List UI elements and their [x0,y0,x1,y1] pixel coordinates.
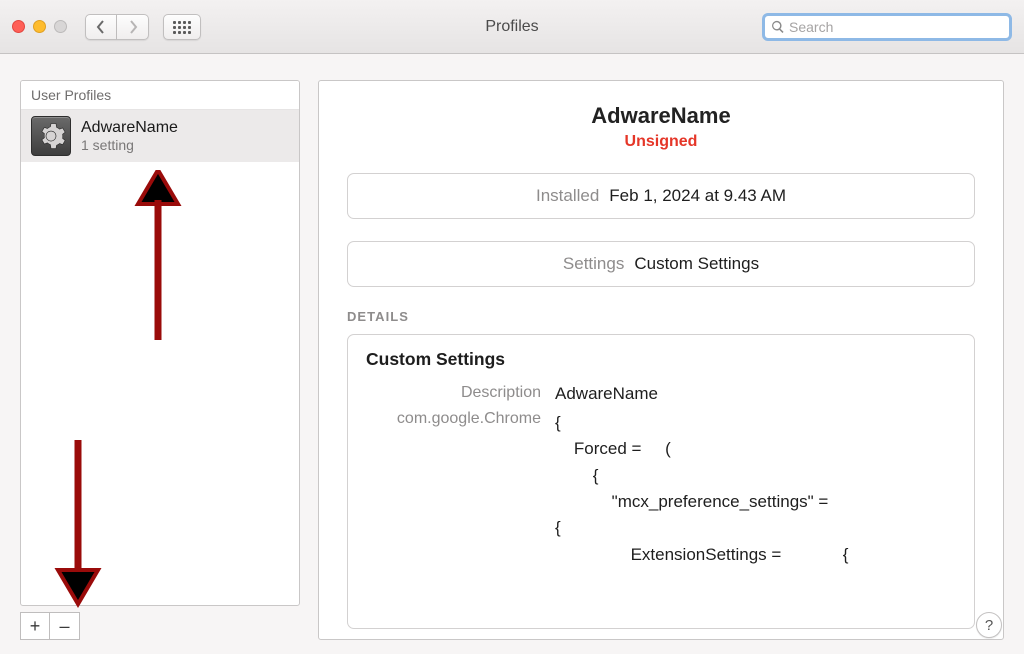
profile-text: AdwareName 1 setting [81,118,178,154]
description-label: Description [366,384,541,404]
window-controls [12,20,67,33]
content-area: User Profiles AdwareName 1 setting + – [0,54,1024,654]
window-toolbar: Profiles [0,0,1024,54]
installed-value: Feb 1, 2024 at 9.43 AM [609,186,786,206]
settings-label: Settings [563,254,624,274]
installed-row: Installed Feb 1, 2024 at 9.43 AM [347,173,975,219]
details-box: Custom Settings Description AdwareName c… [347,334,975,629]
minimize-window-button[interactable] [33,20,46,33]
search-icon [771,20,785,34]
add-profile-button[interactable]: + [20,612,50,640]
profile-icon [31,116,71,156]
domain-label: com.google.Chrome [366,410,541,568]
chevron-left-icon [96,20,106,34]
settings-row: Settings Custom Settings [347,241,975,287]
sidebar: User Profiles AdwareName 1 setting + – [20,80,300,640]
detail-title: AdwareName [347,103,975,129]
profile-subtitle: 1 setting [81,137,178,154]
gear-icon [36,121,66,151]
settings-value: Custom Settings [634,254,759,274]
add-remove-controls: + – [20,612,300,640]
close-window-button[interactable] [12,20,25,33]
settings-code: { Forced = ( { "mcx_preference_settings"… [555,410,956,568]
search-input[interactable] [785,19,1003,35]
profile-row-adwarename[interactable]: AdwareName 1 setting [21,110,299,162]
installed-label: Installed [536,186,599,206]
forward-button[interactable] [117,14,149,40]
remove-profile-button[interactable]: – [50,612,80,640]
profile-detail-panel: AdwareName Unsigned Installed Feb 1, 202… [318,80,1004,640]
detail-status: Unsigned [347,133,975,151]
details-section-label: DETAILS [347,309,975,324]
grid-icon [173,21,191,34]
help-button[interactable]: ? [976,612,1002,638]
sidebar-section-header: User Profiles [21,81,299,110]
nav-segment [85,14,149,40]
profile-name: AdwareName [81,118,178,137]
chevron-right-icon [128,20,138,34]
profiles-list: User Profiles AdwareName 1 setting [20,80,300,606]
zoom-window-button[interactable] [54,20,67,33]
back-button[interactable] [85,14,117,40]
detail-header: AdwareName Unsigned [347,103,975,151]
details-box-title: Custom Settings [366,349,956,370]
show-all-button[interactable] [163,14,201,40]
description-value: AdwareName [555,384,956,404]
search-field[interactable] [762,13,1012,41]
